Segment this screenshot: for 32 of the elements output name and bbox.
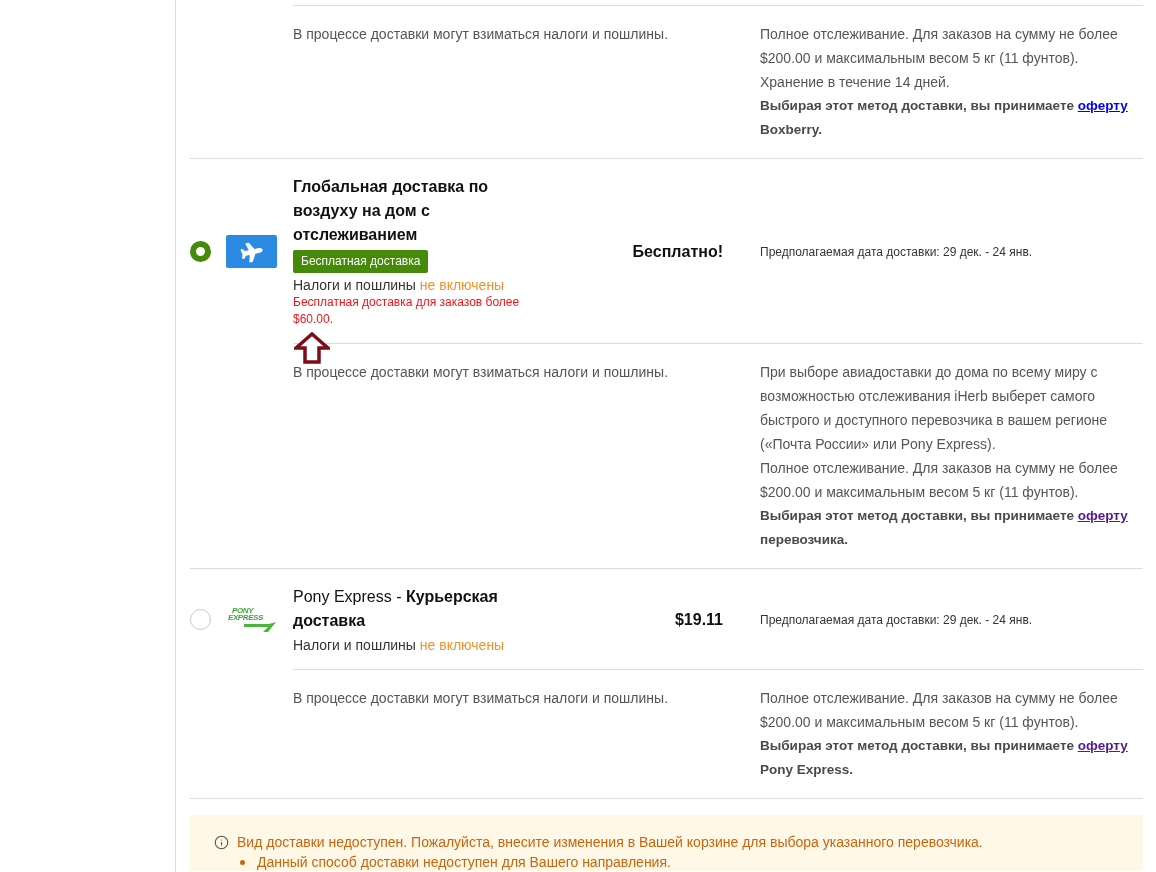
notice-item-text: Данный способ доставки недоступен для Вашего направления.	[257, 854, 671, 871]
description-text: Полное отслеживание. Для заказов на сумму не более $200.00 и максимальным весом 5 кг (11 фунтов).	[760, 25, 1119, 68]
taxes-text: Налоги и пошлины не включены	[293, 276, 505, 294]
radio-button[interactable]	[190, 241, 211, 262]
description-text: Полное отслеживание. Для заказов на сумму не более $200.00 и максимальным весом 5 кг (11 фунтов).	[760, 459, 1119, 502]
offer-link[interactable]: оферту	[1077, 508, 1128, 523]
option-title: Pony Express - Курьерская доставка	[293, 587, 499, 631]
bullet-icon	[240, 860, 245, 865]
notice-message-text: Вид доставки недоступен. Пожалуйста, внесите изменения в Вашей корзине для выбора указанного перевозчика.	[237, 833, 983, 851]
delivery-date-text: Предполагаемая дата доставки: 29 дек. - 24 янв.	[759, 244, 1034, 259]
description-text: Полное отслеживание. Для заказов на сумму не более $200.00 и максимальным весом 5 кг (11 фунтов).	[760, 689, 1119, 732]
price-text: $19.11	[674, 610, 723, 629]
tax-note-text: В процессе доставки могут взиматься налоги и пошлины.	[293, 689, 670, 708]
price-text: Бесплатно!	[632, 242, 723, 261]
delivery-date-text: Предполагаемая дата доставки: 29 дек. - 24 янв.	[759, 612, 1034, 627]
offer-link[interactable]: оферту	[1077, 738, 1128, 753]
offer-link[interactable]: оферту	[1077, 98, 1128, 113]
terms-text: Выбирая этот метод доставки, вы принимаете оферту Boxberry.	[760, 97, 1129, 139]
option-title: Глобальная доставка по воздуху на дом с отслеживанием	[293, 177, 490, 245]
promo-text: Бесплатная доставка для заказов более $60.00.	[293, 294, 521, 328]
info-icon	[214, 834, 229, 850]
terms-text: Выбирая этот метод доставки, вы принимаете оферту перевозчика.	[760, 507, 1129, 549]
tax-note-text: В процессе доставки могут взиматься налоги и пошлины.	[293, 363, 670, 382]
courier-logo: PONY EXPRESS	[228, 606, 276, 633]
airplane-icon	[226, 235, 277, 268]
terms-text: Выбирая этот метод доставки, вы принимаете оферту Pony Express.	[760, 737, 1129, 779]
description-text: Хранение в течение 14 дней.	[760, 73, 951, 92]
description-text: При выборе авиадоставки до дома по всему миру с возможностью отслеживания iHerb выберет самого быстрого и доступного перевозчика в вашем регионе («Почта России» или Pony Express).	[760, 363, 1109, 454]
taxes-text: Налоги и пошлины не включены	[293, 636, 505, 654]
radio-button[interactable]	[190, 609, 211, 630]
free-shipping-tag: Бесплатная доставка	[293, 250, 429, 273]
tax-note-text: В процессе доставки могут взиматься налоги и пошлины.	[293, 25, 670, 44]
